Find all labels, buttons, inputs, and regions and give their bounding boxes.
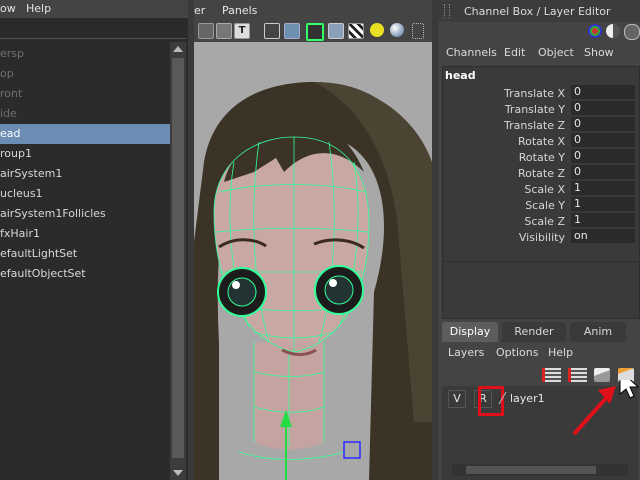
channel-box-menubar: Channels Edit Object Show <box>438 42 640 64</box>
attr-value-translate-z[interactable]: 0 <box>571 117 635 131</box>
checker-icon[interactable] <box>348 23 364 39</box>
menu-options[interactable]: Options <box>496 346 538 359</box>
attr-value-scale-y[interactable]: 1 <box>571 197 635 211</box>
attr-value-translate-x[interactable]: 0 <box>571 85 635 99</box>
attr-value-visibility[interactable]: on <box>571 229 635 243</box>
grip-icon[interactable] <box>444 4 450 18</box>
channel-box-empty-area <box>442 262 640 319</box>
tab-render[interactable]: Render <box>502 322 566 342</box>
sphere-icon[interactable] <box>390 23 404 37</box>
attr-label-translate-z[interactable]: Translate Z <box>443 119 565 132</box>
outliner-menubar: ow Help <box>0 0 188 18</box>
outliner-item-defaultlightset[interactable]: efaultLightSet <box>0 244 170 264</box>
smooth-shade-icon[interactable] <box>216 23 232 39</box>
textured-icon[interactable]: T <box>234 23 250 39</box>
attr-value-rotate-z[interactable]: 0 <box>571 165 635 179</box>
attr-label-rotate-x[interactable]: Rotate X <box>443 135 565 148</box>
attribute-editor-icon[interactable] <box>588 24 602 38</box>
menu-layers[interactable]: Layers <box>448 346 484 359</box>
menu-object[interactable]: Object <box>538 46 574 59</box>
tab-display[interactable]: Display <box>442 322 498 342</box>
attr-value-rotate-x[interactable]: 0 <box>571 133 635 147</box>
cube-texture-icon[interactable] <box>328 23 344 39</box>
outliner-item-front[interactable]: ront <box>0 84 170 104</box>
cube-select-icon[interactable] <box>306 23 324 41</box>
outliner-item-hairsystem1[interactable]: airSystem1 <box>0 164 170 184</box>
outliner-list[interactable]: ersp op ront ide ead roup1 airSystem1 uc… <box>0 42 170 480</box>
channel-box-title: Channel Box / Layer Editor <box>464 5 611 18</box>
light-icon[interactable] <box>370 23 384 37</box>
outliner-filter-field[interactable] <box>0 20 186 39</box>
tab-anim[interactable]: Anim <box>570 322 626 342</box>
outliner-scrollbar[interactable] <box>170 42 186 480</box>
grid-icon[interactable] <box>412 23 424 39</box>
outliner-item-head[interactable]: ead <box>0 124 170 144</box>
viewport-scene[interactable] <box>194 42 432 480</box>
tool-settings-icon[interactable] <box>606 24 620 38</box>
attr-label-translate-y[interactable]: Translate Y <box>443 103 565 116</box>
menu-channels[interactable]: Channels <box>446 46 497 59</box>
menu-renderer[interactable]: er <box>194 4 205 17</box>
outliner-item-top[interactable]: op <box>0 64 170 84</box>
right-eye <box>314 265 364 315</box>
outliner-item-group1[interactable]: roup1 <box>0 144 170 164</box>
cube-wire-icon[interactable] <box>264 23 280 39</box>
attr-label-rotate-y[interactable]: Rotate Y <box>443 151 565 164</box>
channel-box-icon-row <box>438 22 640 42</box>
character-head-render <box>194 82 432 480</box>
scroll-down-icon[interactable] <box>173 470 183 476</box>
layer-visibility-toggle[interactable]: V <box>448 390 466 408</box>
menu-panels[interactable]: Panels <box>222 4 257 17</box>
move-layer-up-icon[interactable] <box>542 368 561 382</box>
menu-show[interactable]: Show <box>584 46 614 59</box>
mouse-cursor-icon <box>619 380 640 399</box>
viewport-menubar: er Panels <box>194 0 432 20</box>
attr-value-rotate-y[interactable]: 0 <box>571 149 635 163</box>
outliner-panel: ow Help ersp op ront ide ead roup1 airSy… <box>0 0 188 480</box>
viewport-panel: er Panels T <box>194 0 432 480</box>
annotation-arrow-icon <box>572 380 640 436</box>
outliner-item-persp[interactable]: ersp <box>0 44 170 64</box>
menu-show[interactable]: ow <box>0 2 16 15</box>
attr-label-scale-y[interactable]: Scale Y <box>443 199 565 212</box>
menu-help[interactable]: Help <box>26 2 51 15</box>
cube-shaded-icon[interactable] <box>284 23 300 39</box>
channel-box-titlebar: Channel Box / Layer Editor <box>438 0 640 22</box>
layer-hscrollbar[interactable] <box>452 464 628 476</box>
wireframe-icon[interactable] <box>198 23 214 39</box>
menu-edit[interactable]: Edit <box>504 46 525 59</box>
outliner-item-defaultobjectset[interactable]: efaultObjectSet <box>0 264 170 284</box>
attr-value-scale-x[interactable]: 1 <box>571 181 635 195</box>
scroll-thumb[interactable] <box>466 466 596 474</box>
outliner-item-hairsystem1follicles[interactable]: airSystem1Follicles <box>0 204 170 224</box>
left-eye <box>217 267 267 317</box>
channel-box-icon[interactable] <box>624 24 640 40</box>
object-name[interactable]: head <box>445 69 476 82</box>
attr-value-scale-z[interactable]: 1 <box>571 213 635 227</box>
outliner-item-pfxhair1[interactable]: fxHair1 <box>0 224 170 244</box>
outliner-item-nucleus1[interactable]: ucleus1 <box>0 184 170 204</box>
attr-label-translate-x[interactable]: Translate X <box>443 87 565 100</box>
scroll-up-icon[interactable] <box>173 46 183 52</box>
attr-label-rotate-z[interactable]: Rotate Z <box>443 167 565 180</box>
menu-help[interactable]: Help <box>548 346 573 359</box>
attr-label-scale-x[interactable]: Scale X <box>443 183 565 196</box>
channel-attributes: head Translate X 0 Translate Y 0 Transla… <box>442 66 640 262</box>
scroll-thumb[interactable] <box>172 58 184 458</box>
attr-label-visibility[interactable]: Visibility <box>443 231 565 244</box>
layer-name[interactable]: layer1 <box>510 392 545 405</box>
attr-label-scale-z[interactable]: Scale Z <box>443 215 565 228</box>
viewport-toolbar: T <box>194 20 432 42</box>
attr-value-translate-y[interactable]: 0 <box>571 101 635 115</box>
outliner-item-side[interactable]: ide <box>0 104 170 124</box>
